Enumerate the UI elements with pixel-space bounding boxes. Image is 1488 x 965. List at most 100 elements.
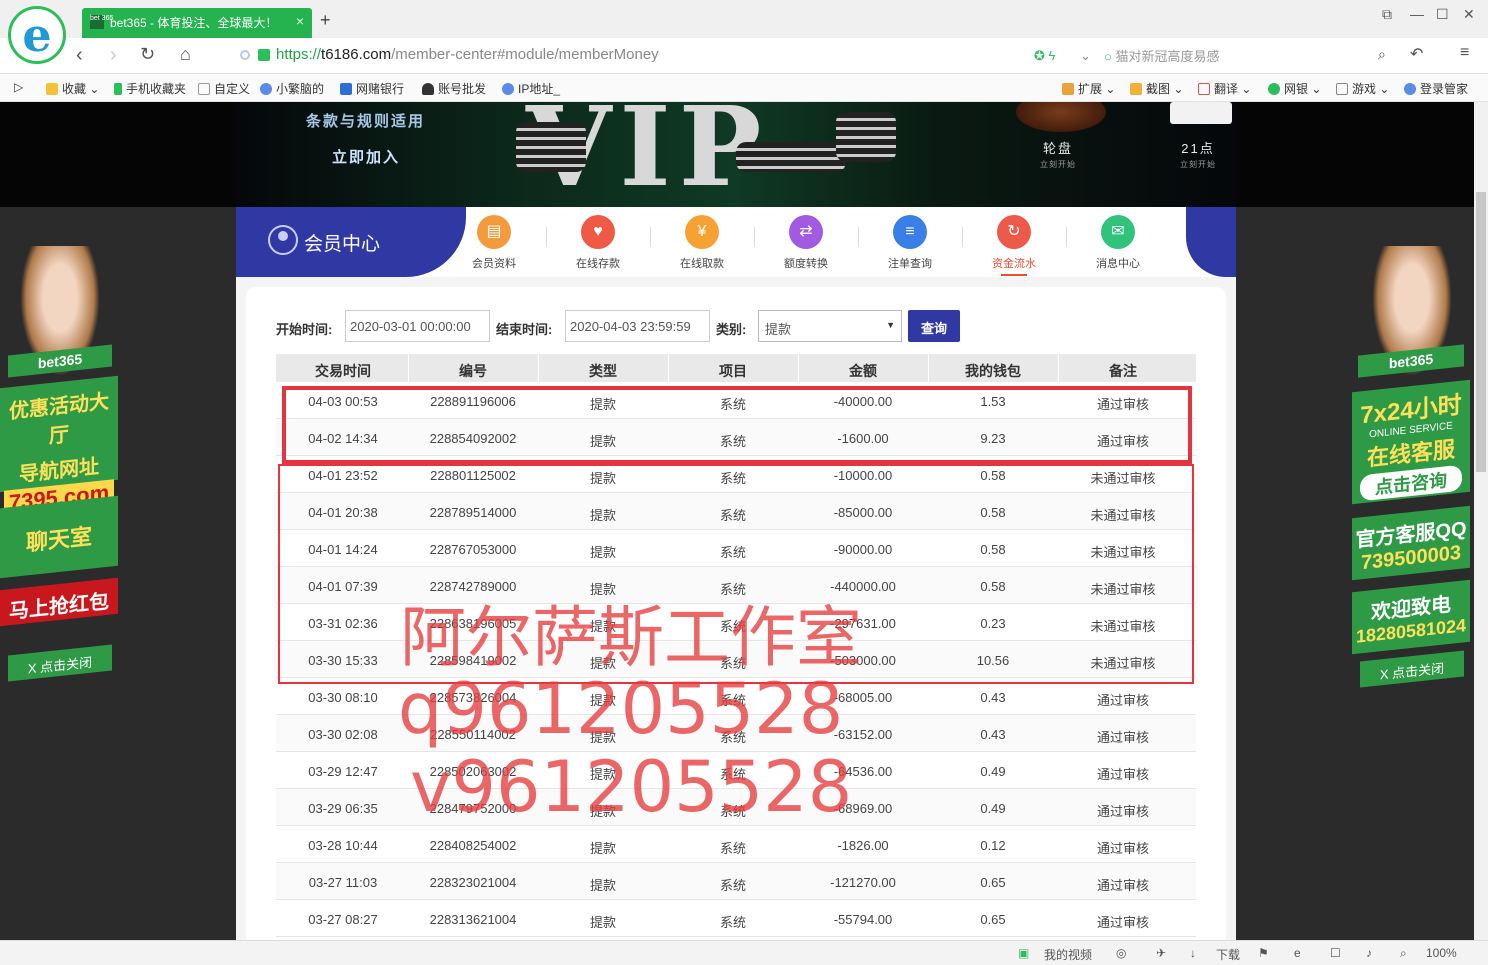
restore-tabs-icon[interactable]: ⧉ <box>1382 6 1392 23</box>
maximize-button[interactable]: ☐ <box>1436 6 1449 23</box>
nav-item-5[interactable]: ↻ 资金流水 <box>974 215 1054 276</box>
online-service-block: 7x24小时 ONLINE SERVICE 在线客服 点击咨询 <box>1352 379 1470 505</box>
bookmark-xiaofan[interactable]: 小繁脑的 <box>260 80 324 97</box>
page-icon <box>198 83 210 95</box>
header-divider <box>538 354 539 382</box>
site-info-icon[interactable] <box>240 50 250 60</box>
browser-logo-icon[interactable]: e <box>8 6 66 64</box>
back-arrow-icon[interactable]: ‹ <box>76 44 83 67</box>
nav-item-4[interactable]: ≡ 注单查询 <box>870 215 950 271</box>
header-divider <box>668 354 669 382</box>
ie-icon[interactable]: e <box>1294 946 1301 960</box>
column-header: 编号 <box>459 363 487 379</box>
bookmark-mobile[interactable]: 手机收藏夹 <box>114 80 186 97</box>
window-icon[interactable]: ☐ <box>1330 946 1341 960</box>
download-label[interactable]: 下载 <box>1216 946 1240 963</box>
paw-icon <box>502 83 514 95</box>
home-icon[interactable]: ⌂ <box>180 44 191 65</box>
person-icon <box>422 83 434 95</box>
left-side-ad[interactable]: bet365 优惠活动大厅 导航网址 7395.com 聊天室 马上抢红包 X … <box>0 246 120 686</box>
nav-item-2[interactable]: ¥ 在线取款 <box>662 215 742 271</box>
toolbar-translate[interactable]: 翻译 ⌄ <box>1198 80 1251 97</box>
undo-icon[interactable]: ↶ <box>1410 44 1423 64</box>
nav-item-6[interactable]: ✉ 消息中心 <box>1078 215 1158 271</box>
table-cell: 提款 <box>589 841 616 856</box>
toolbar-login-manager[interactable]: 登录管家 <box>1404 80 1468 97</box>
close-window-button[interactable]: ✕ <box>1463 6 1475 23</box>
forward-arrow-icon[interactable]: › <box>110 44 117 67</box>
game-name: 21点 <box>1181 141 1215 156</box>
video-icon[interactable]: ▣ <box>1018 946 1029 960</box>
pin-icon[interactable]: ✈ <box>1156 946 1166 960</box>
browser-tab-active[interactable]: bet 365 bet365 - 体育投注、全球最大！ × <box>82 8 312 38</box>
bookmark-accounts[interactable]: 账号批发 <box>422 80 486 97</box>
poker-chips-icon <box>736 142 846 172</box>
toolbar-screenshot[interactable]: 截图 ⌄ <box>1130 80 1183 97</box>
table-cell: 通过审核 <box>1096 693 1149 708</box>
roulette-game-link[interactable]: 轮盘 立刻开始 <box>1040 138 1076 170</box>
red-packet-block: 马上抢红包 <box>0 577 118 627</box>
toolbar-ebank[interactable]: 网银 ⌄ <box>1268 80 1321 97</box>
left-ad-close[interactable]: X 点击关闭 <box>8 644 112 682</box>
scrollbar-thumb[interactable] <box>1476 192 1486 472</box>
table-cell: 03-29 06:35 <box>308 801 378 816</box>
toolbar-games[interactable]: 游戏 ⌄ <box>1336 80 1389 97</box>
new-tab-button[interactable]: + <box>320 10 331 31</box>
start-time-input[interactable]: 2020-03-01 00:00:00 <box>345 310 490 342</box>
dropdown-chevron-icon[interactable]: ⌄ <box>1080 48 1091 64</box>
menu-icon[interactable]: ≡ <box>1460 44 1469 62</box>
watermark-wechat: v961205528 <box>410 746 853 828</box>
type-select[interactable]: 提款 ▼ <box>758 310 902 342</box>
reload-icon[interactable]: ↻ <box>140 44 155 65</box>
flag-icon[interactable]: ⚑ <box>1258 946 1269 960</box>
nav-item-1[interactable]: ♥ 在线存款 <box>558 215 638 271</box>
nav-item-3[interactable]: ⇄ 额度转换 <box>766 215 846 271</box>
nav-separator <box>754 227 755 247</box>
query-button[interactable]: 查询 <box>908 310 960 342</box>
sound-icon[interactable]: ♪ <box>1366 946 1372 960</box>
member-center-title: 会员中心 <box>236 207 466 277</box>
toolbar-label: 登录管家 <box>1420 82 1469 96</box>
table-cell: 系统 <box>719 915 746 930</box>
blackjack-game-link[interactable]: 21点 立刻开始 <box>1180 138 1216 170</box>
table-header: 交易时间 编号 类型 项目 金额 我的钱包 备注 <box>276 354 1196 382</box>
nav-separator <box>546 227 547 247</box>
speed-icon[interactable]: ◎ <box>1116 946 1126 960</box>
nav-item-0[interactable]: ▤ 会员资料 <box>454 215 534 271</box>
security-shield-icon[interactable]: ✪ ϟ <box>1034 48 1055 64</box>
bookmark-ip[interactable]: IP地址_ <box>502 80 560 97</box>
header-divider <box>1058 354 1059 382</box>
roulette-icon <box>1016 102 1106 132</box>
toolbar-extensions[interactable]: 扩展 ⌄ <box>1062 80 1115 97</box>
bookmark-bank[interactable]: 网赌银行 <box>340 80 404 97</box>
zoom-icon[interactable]: ⌕ <box>1400 946 1407 961</box>
sidebar-toggle-icon[interactable]: ▷ <box>14 80 23 94</box>
table-cell: 03-30 02:08 <box>308 727 378 742</box>
right-side-ad[interactable]: bet365 7x24小时 ONLINE SERVICE 在线客服 点击咨询 官… <box>1352 246 1472 688</box>
table-cell: -55794.00 <box>833 912 893 927</box>
table-cell: 228408254002 <box>429 838 517 853</box>
join-now-link[interactable]: 立即加入 <box>332 146 400 167</box>
download-icon[interactable]: ↓ <box>1190 946 1196 960</box>
page-scrollbar[interactable] <box>1474 102 1488 940</box>
search-icon[interactable]: ⌕ <box>1378 46 1386 63</box>
table-cell: 03-27 08:27 <box>308 912 378 927</box>
bookmark-favorites[interactable]: 收藏 ⌄ <box>46 80 99 97</box>
minimize-button[interactable]: — <box>1410 6 1424 22</box>
table-cell: 0.49 <box>980 764 1006 779</box>
right-ad-close[interactable]: X 点击关闭 <box>1360 650 1464 688</box>
gamepad-icon <box>1336 83 1348 95</box>
playing-cards-icon <box>1170 102 1232 124</box>
search-engine-icon[interactable]: ○ <box>1104 49 1112 64</box>
table-row: 03-28 10:44 228408254002 提款 系统 -1826.00 0.12 通… <box>276 826 1196 863</box>
bookmark-custom[interactable]: 自定义 <box>198 80 250 97</box>
search-box[interactable]: ○ 猫对新冠高度易感 <box>1104 46 1394 68</box>
url-field[interactable]: https://t6186.com/member-center#module/m… <box>236 44 1026 68</box>
game-sub: 立刻开始 <box>1180 160 1216 169</box>
tab-close-icon[interactable]: × <box>296 13 304 29</box>
end-time-input[interactable]: 2020-04-03 23:59:59 <box>565 310 710 342</box>
my-videos[interactable]: 我的视频 <box>1044 946 1092 963</box>
nav-item-label: 额度转换 <box>784 258 828 270</box>
zoom-level[interactable]: 100% <box>1426 946 1457 960</box>
nav-item-label: 消息中心 <box>1096 258 1140 270</box>
